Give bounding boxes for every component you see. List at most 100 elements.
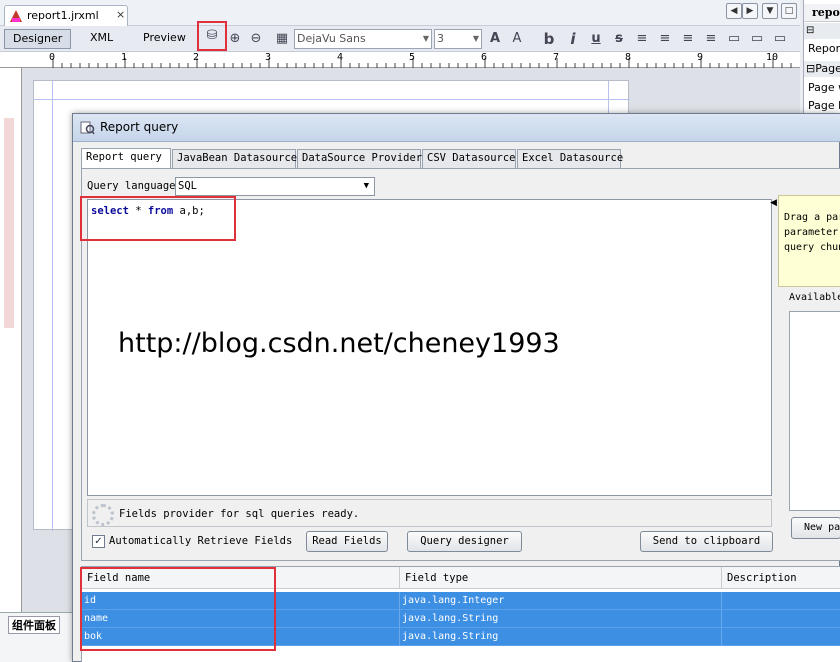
field-description-cell[interactable] — [722, 610, 840, 628]
ruler-label: 3 — [265, 52, 272, 63]
tab-csv-datasource[interactable]: CSV Datasource — [422, 149, 516, 168]
auto-retrieve-label: Automatically Retrieve Fields — [109, 535, 293, 547]
document-tab-bar: report1.jrxml × ◀ ▶ ▼ □ — [0, 0, 800, 26]
field-type-cell[interactable]: java.lang.String — [400, 628, 722, 646]
report-query-dialog: Report query Report query JavaBean Datas… — [72, 113, 840, 662]
tab-list-icon[interactable]: ▼ — [762, 3, 778, 19]
ruler-band — [4, 68, 14, 616]
collapse-icon[interactable]: ⊟ — [804, 23, 840, 39]
property-row[interactable]: Page w — [808, 81, 840, 94]
query-language-select[interactable]: SQL ▼ — [175, 177, 375, 196]
decrease-font-icon[interactable]: A — [508, 30, 526, 48]
field-type-cell[interactable]: java.lang.String — [400, 610, 722, 628]
horizontal-ruler: 0 1 2 3 4 5 6 7 8 9 10 — [0, 52, 800, 68]
field-description-cell[interactable] — [722, 592, 840, 610]
tab-datasource-provider[interactable]: DataSource Provider — [297, 149, 422, 168]
highlight-box — [80, 196, 236, 241]
components-panel: 组件面板 — [0, 612, 76, 662]
align-right-icon[interactable]: ≡ — [702, 30, 720, 48]
query-designer-button[interactable]: Query designer — [407, 531, 522, 552]
report-file-icon — [10, 10, 22, 22]
bold-icon[interactable]: b — [540, 30, 558, 48]
sql-editor[interactable]: select * from a,b; http://blog.csdn.net/… — [80, 196, 772, 496]
tab-designer[interactable]: Designer — [4, 29, 72, 49]
align-center-icon[interactable]: ≡ — [656, 30, 674, 48]
fields-table: Field name Field type Description id jav… — [80, 566, 840, 662]
splitter-arrow-icon[interactable]: ◀ — [770, 198, 777, 208]
parameter-hint: Drag a par parameter. query chun — [778, 195, 840, 287]
ruler-label: 7 — [553, 52, 560, 63]
increase-font-icon[interactable]: A — [486, 30, 504, 48]
document-tab-label: report1.jrxml — [27, 9, 99, 22]
close-tab-icon[interactable]: × — [116, 8, 125, 21]
available-parameters-label: Available — [789, 292, 840, 303]
collapse-icon[interactable]: ⊟ — [806, 62, 815, 75]
tab-javabean-datasource[interactable]: JavaBean Datasource — [172, 149, 297, 168]
ruler-label: 8 — [625, 52, 632, 63]
document-tab[interactable]: report1.jrxml × — [4, 5, 128, 26]
components-panel-title[interactable]: 组件面板 — [8, 616, 60, 634]
editor-toolbar: Designer XML Preview ⛁ ⊕ ⊖ ▦ DejaVu Sans… — [0, 21, 800, 52]
tab-excel-datasource[interactable]: Excel Datasource — [517, 149, 623, 168]
property-section[interactable]: ⊟Page — [804, 61, 840, 77]
status-text: Fields provider for sql queries ready. — [119, 508, 360, 520]
maximize-icon[interactable]: □ — [781, 3, 797, 19]
scroll-left-icon[interactable]: ◀ — [726, 3, 742, 19]
ruler-label: 5 — [409, 52, 416, 63]
column-header-field-type[interactable]: Field type — [400, 567, 722, 589]
italic-icon[interactable]: i — [564, 30, 582, 48]
font-family-value: DejaVu Sans — [297, 32, 366, 45]
ruler-label: 0 — [49, 52, 56, 63]
tab-preview[interactable]: Preview — [135, 29, 194, 49]
ruler-label: 9 — [697, 52, 704, 63]
ruler-label: 1 — [121, 52, 128, 63]
font-size-select[interactable]: 3 ▼ — [434, 29, 482, 49]
align-top-icon[interactable]: ▭ — [725, 30, 743, 48]
properties-header: repo — [804, 4, 840, 22]
underline-icon[interactable]: u — [587, 30, 605, 48]
align-justify-icon[interactable]: ≡ — [679, 30, 697, 48]
zoom-out-icon[interactable]: ⊖ — [247, 30, 265, 48]
send-to-clipboard-button[interactable]: Send to clipboard — [640, 531, 773, 552]
align-bottom-icon[interactable]: ▭ — [771, 30, 789, 48]
ruler-label: 10 — [766, 52, 779, 63]
property-section-label: Page — [815, 62, 840, 75]
dataset-query-icon[interactable]: ⛁ — [197, 21, 227, 51]
auto-retrieve-checkbox[interactable]: ✓ — [92, 535, 105, 548]
dialog-titlebar[interactable]: Report query — [73, 114, 840, 142]
tab-report-query[interactable]: Report query — [81, 148, 171, 169]
loading-spinner-icon — [92, 504, 114, 526]
ruler-label: 4 — [337, 52, 344, 63]
report-query-panel: Query language SQL ▼ select * from a,b; h… — [80, 168, 840, 561]
vertical-ruler — [0, 68, 22, 616]
ruler-ticks — [52, 58, 792, 68]
query-language-label: Query language — [87, 180, 176, 192]
watermark-url: http://blog.csdn.net/cheney1993 — [118, 328, 560, 359]
font-family-select[interactable]: DejaVu Sans ▼ — [294, 29, 432, 49]
ruler-label: 6 — [481, 52, 488, 63]
status-bar: Fields provider for sql queries ready. — [87, 499, 772, 527]
field-type-cell[interactable]: java.lang.Integer — [400, 592, 722, 610]
field-description-cell[interactable] — [722, 628, 840, 646]
strikethrough-icon[interactable]: s — [610, 30, 628, 48]
paste-format-icon[interactable]: ▦ — [273, 30, 291, 48]
tab-xml[interactable]: XML — [82, 29, 121, 49]
font-size-value: 3 — [437, 32, 444, 45]
property-row[interactable]: Page h — [808, 99, 840, 112]
hint-line: Drag a par — [784, 212, 840, 223]
scroll-right-icon[interactable]: ▶ — [742, 3, 758, 19]
hint-line: parameter. — [784, 227, 840, 238]
highlight-box — [80, 567, 276, 651]
report-query-icon — [80, 121, 95, 135]
zoom-in-icon[interactable]: ⊕ — [226, 30, 244, 48]
available-parameters-list[interactable] — [789, 311, 840, 511]
property-row[interactable]: Report — [808, 42, 840, 55]
column-header-description[interactable]: Description — [722, 567, 840, 589]
read-fields-button[interactable]: Read Fields — [306, 531, 388, 552]
query-language-value: SQL — [178, 180, 197, 192]
ruler-label: 2 — [193, 52, 200, 63]
dialog-title: Report query — [100, 120, 179, 134]
align-left-icon[interactable]: ≡ — [633, 30, 651, 48]
new-parameter-button[interactable]: New pa — [791, 517, 840, 539]
align-middle-icon[interactable]: ▭ — [748, 30, 766, 48]
